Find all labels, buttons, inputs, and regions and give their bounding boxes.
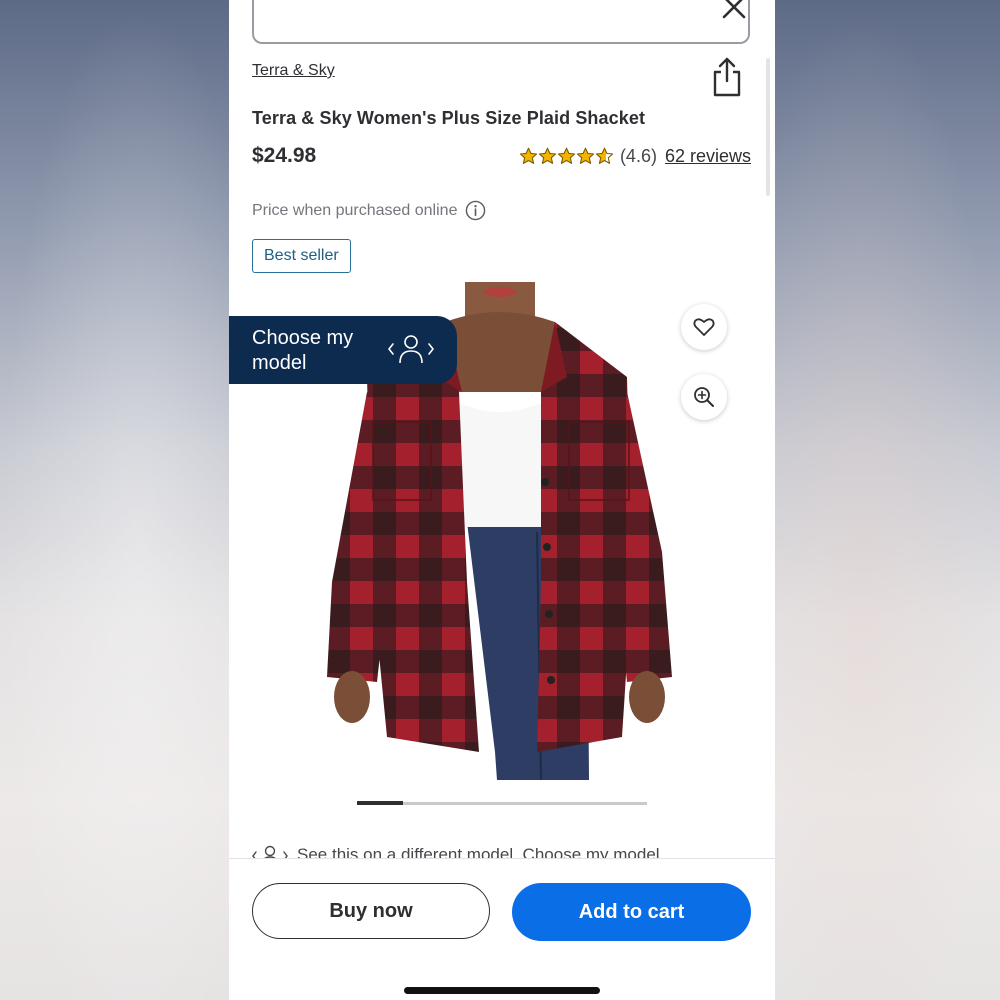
rating-summary[interactable]: (4.6) 62 reviews: [519, 146, 751, 167]
reviews-link[interactable]: 62 reviews: [665, 146, 751, 167]
star-icon: [576, 147, 595, 164]
star-icon: [538, 147, 557, 164]
background-blur-left: [0, 0, 230, 1000]
home-indicator: [404, 987, 600, 994]
info-icon[interactable]: [465, 200, 486, 221]
price-note: Price when purchased online: [252, 200, 486, 221]
product-price: $24.98: [252, 144, 317, 167]
scrollbar[interactable]: [766, 58, 770, 196]
choose-model-label: Choose my model: [252, 327, 354, 374]
share-button[interactable]: [710, 55, 744, 99]
add-to-cart-button[interactable]: Add to cart: [512, 883, 751, 941]
carousel-position-indicator: [357, 801, 403, 805]
star-icon: [595, 147, 614, 164]
choose-model-button[interactable]: Choose my model: [229, 316, 457, 384]
search-bar-edge[interactable]: [252, 0, 750, 44]
brand-link[interactable]: Terra & Sky: [252, 62, 335, 80]
product-title: Terra & Sky Women's Plus Size Plaid Shac…: [252, 108, 646, 128]
star-rating: [519, 147, 614, 166]
favorite-button[interactable]: [681, 304, 727, 350]
star-icon: [557, 147, 576, 164]
rating-value: (4.6): [619, 146, 657, 166]
close-icon: [722, 0, 746, 19]
buy-now-button[interactable]: Buy now: [252, 883, 490, 939]
price-note-text: Price when purchased online: [252, 201, 458, 219]
best-seller-badge: Best seller: [252, 239, 351, 273]
image-carousel-progress[interactable]: [357, 801, 647, 805]
star-icon: [519, 147, 538, 164]
close-button[interactable]: [719, 0, 749, 22]
product-page: Terra & Sky Terra & Sky Women's Plus Siz…: [229, 0, 775, 1000]
heart-icon: [693, 318, 715, 336]
zoom-in-icon: [694, 387, 714, 407]
bottom-action-bar: Buy now Add to cart: [229, 858, 775, 1000]
zoom-button[interactable]: [681, 374, 727, 420]
share-icon: [713, 57, 741, 97]
background-blur-right: [770, 0, 1000, 1000]
person-switch-icon: [388, 335, 434, 364]
